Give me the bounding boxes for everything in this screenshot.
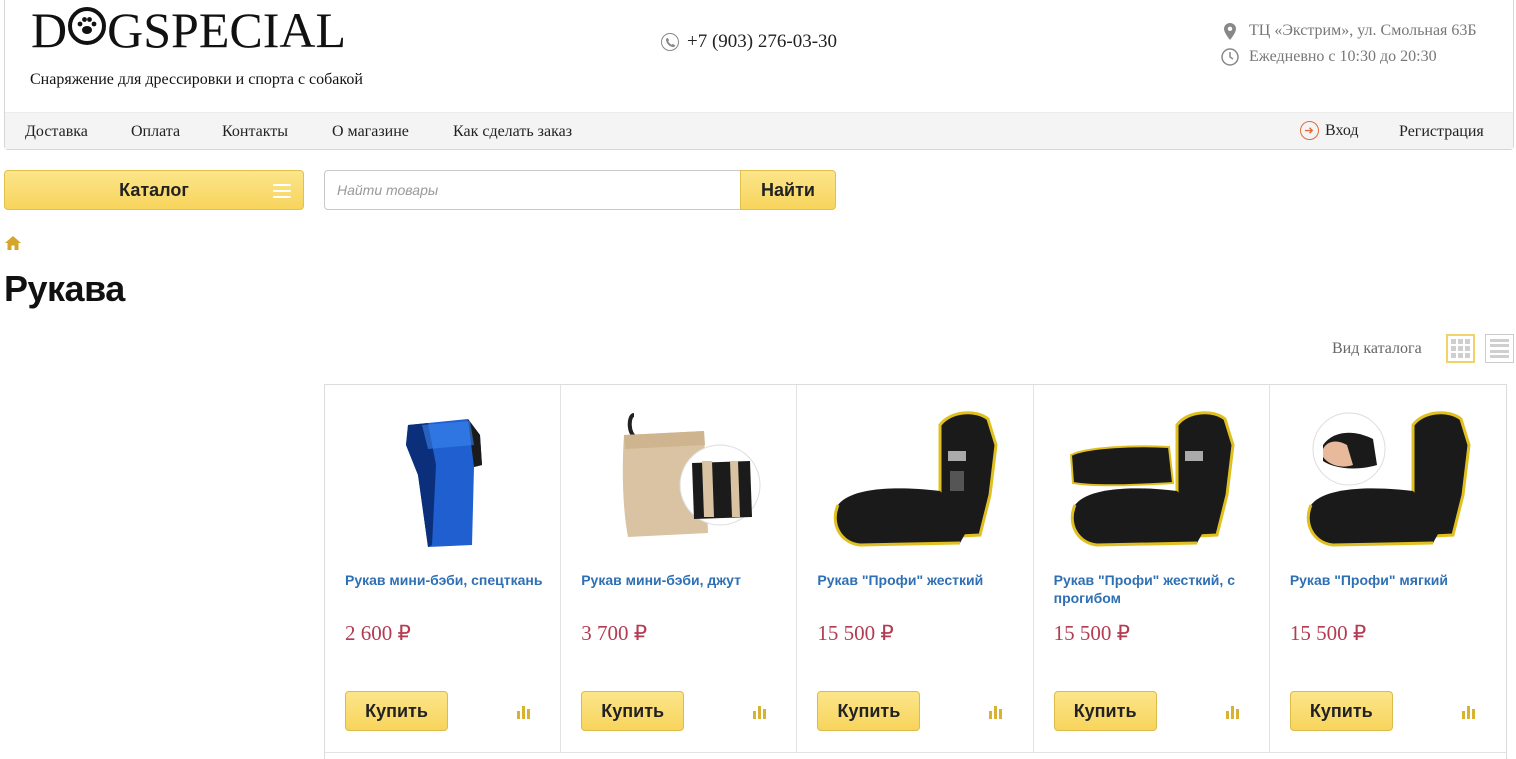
product-image[interactable]: [581, 405, 777, 555]
product-name-link[interactable]: Рукав мини-бэби, спецткань: [345, 571, 545, 589]
buy-button[interactable]: Купить: [581, 691, 685, 731]
product-price: 3 700 ₽: [581, 621, 648, 645]
top-navigation: Доставка Оплата Контакты О магазине Как …: [5, 112, 1513, 149]
location-pin-icon: [1221, 22, 1239, 40]
compare-icon[interactable]: [1461, 705, 1476, 719]
buy-button[interactable]: Купить: [817, 691, 921, 731]
product-image[interactable]: [817, 405, 1013, 555]
product-image[interactable]: [1290, 405, 1486, 555]
product-name-link[interactable]: Рукав "Профи" жесткий: [817, 571, 1017, 589]
product-name-link[interactable]: Рукав мини-бэби, джут: [581, 571, 781, 589]
phone-number[interactable]: +7 (903) 276-03-30: [687, 31, 837, 53]
search-input[interactable]: [324, 170, 744, 210]
login-link[interactable]: Вход: [1300, 121, 1359, 140]
store-hours: Ежедневно с 10:30 до 20:30: [1249, 48, 1437, 65]
buy-button[interactable]: Купить: [1053, 691, 1157, 731]
compare-icon[interactable]: [753, 705, 767, 719]
phone-icon: [661, 33, 679, 51]
login-icon: [1300, 121, 1319, 140]
buy-button[interactable]: Купить: [1289, 691, 1393, 731]
nav-item-about[interactable]: О магазине: [332, 123, 409, 141]
product-card: Рукав мини-бэби, джут 3 700 ₽ Купить: [561, 385, 798, 753]
compare-icon[interactable]: [1225, 705, 1240, 719]
product-card: Рукав "Профи" мягкий 15 500 ₽ Купить: [1269, 385, 1507, 753]
product-image[interactable]: [345, 405, 541, 555]
list-view-icon[interactable]: [1485, 334, 1514, 363]
clock-icon: [1221, 48, 1239, 66]
compare-icon[interactable]: [989, 705, 1003, 719]
catalog-button-label: Каталог: [119, 179, 189, 200]
product-card: Рукав "Профи" жесткий 15 500 ₽ Купить: [797, 385, 1034, 753]
login-label: Вход: [1325, 121, 1359, 139]
compare-icon[interactable]: [517, 705, 531, 719]
logo-text-start: D: [31, 2, 68, 58]
catalog-button[interactable]: Каталог: [4, 170, 304, 210]
nav-item-how-to-order[interactable]: Как сделать заказ: [453, 123, 572, 141]
phone-block[interactable]: +7 (903) 276-03-30: [661, 31, 837, 53]
hamburger-icon: [273, 184, 291, 198]
product-card: Рукав мини-бэби, спецткань 2 600 ₽ Купит…: [325, 385, 562, 753]
view-mode-label: Вид каталога: [1332, 340, 1422, 357]
page-title: Рукава: [4, 268, 125, 309]
store-address: ТЦ «Экстрим», ул. Смольная 63Б: [1249, 22, 1477, 39]
breadcrumb-home-icon[interactable]: [5, 236, 21, 255]
grid-view-icon[interactable]: [1446, 334, 1475, 363]
product-price: 2 600 ₽: [345, 621, 411, 645]
product-price: 15 500 ₽: [817, 621, 894, 645]
buy-button[interactable]: Купить: [345, 691, 448, 731]
product-name-link[interactable]: Рукав "Профи" мягкий: [1290, 571, 1490, 589]
nav-item-contacts[interactable]: Контакты: [222, 123, 288, 141]
logo-text-end: GSPECIAL: [107, 2, 347, 58]
nav-item-payment[interactable]: Оплата: [131, 123, 180, 141]
paw-icon: [68, 7, 107, 45]
product-price: 15 500 ₽: [1289, 621, 1367, 645]
product-name-link[interactable]: Рукав "Профи" жесткий, с прогибом: [1054, 571, 1254, 607]
site-logo[interactable]: D GSPECIAL: [31, 2, 346, 58]
site-header: D GSPECIAL Снаряжение для дрессировки и с…: [4, 0, 1514, 150]
store-info: ТЦ «Экстрим», ул. Смольная 63Б Ежедневно…: [1221, 18, 1477, 70]
product-card: Рукав "Профи" жесткий, с прогибом 15 500…: [1033, 385, 1270, 753]
site-tagline: Снаряжение для дрессировки и спорта с со…: [30, 71, 363, 88]
register-link[interactable]: Регистрация: [1399, 123, 1484, 141]
nav-item-delivery[interactable]: Доставка: [25, 123, 88, 141]
search-bar: Найти: [324, 170, 836, 210]
search-button[interactable]: Найти: [740, 170, 836, 210]
product-grid: Рукав мини-бэби, спецткань 2 600 ₽ Купит…: [324, 384, 1507, 759]
product-image[interactable]: [1054, 405, 1250, 555]
product-price: 15 500 ₽: [1053, 621, 1130, 645]
